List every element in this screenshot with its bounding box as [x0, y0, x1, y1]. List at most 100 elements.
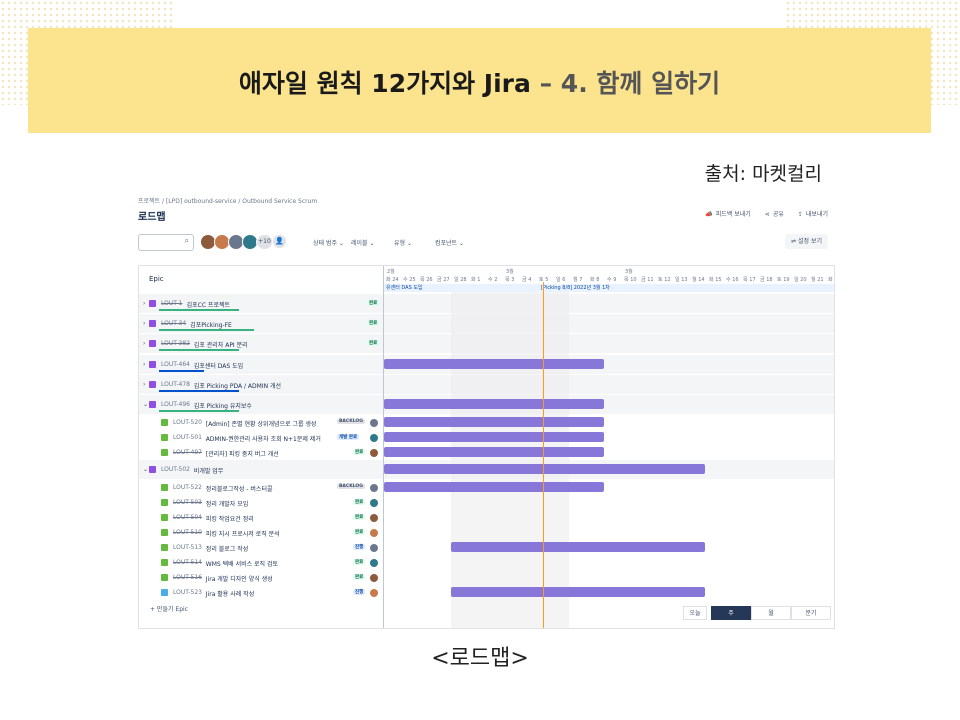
issue-key[interactable]: LOUT-503: [173, 499, 202, 506]
issue-summary[interactable]: 피킹 작업요건 정리: [206, 514, 254, 523]
issue-key[interactable]: LOUT-523: [173, 589, 202, 596]
issue-row[interactable]: LOUT-514 WMS 택배 서비스 로직 검토 완료: [139, 556, 383, 571]
epic-row[interactable]: ⌄ LOUT-502 비개발 업무: [139, 463, 383, 478]
issue-key[interactable]: LOUT-514: [173, 559, 202, 566]
issue-key[interactable]: LOUT-34: [161, 320, 186, 327]
issue-summary[interactable]: 정리 블로그 작성: [206, 544, 248, 553]
share-button[interactable]: ⋖ 공유: [765, 209, 784, 218]
epic-row[interactable]: › LOUT-464 김포센터 DAS 도입: [139, 358, 383, 373]
roadmap-bar[interactable]: [384, 464, 705, 474]
epic-row[interactable]: › LOUT-478 김포 Picking PDA / ADMIN 개선: [139, 378, 383, 393]
issue-key[interactable]: LOUT-520: [173, 419, 202, 426]
chevron-down-icon[interactable]: ⌄: [143, 401, 148, 408]
issue-row[interactable]: LOUT-503 정리 개발자 모임 완료: [139, 496, 383, 511]
feedback-label: 피드백 보내기: [715, 211, 751, 218]
today-button[interactable]: 오늘: [683, 606, 707, 620]
issue-summary[interactable]: 비개발 업무: [194, 466, 224, 475]
week-button[interactable]: 주: [711, 606, 751, 620]
chevron-down-icon[interactable]: ⌄: [143, 466, 148, 473]
issue-key[interactable]: LOUT-464: [161, 361, 190, 368]
issue-summary[interactable]: 정리 개발자 모임: [206, 499, 248, 508]
status-badge: 진행: [353, 589, 366, 595]
roadmap-bar[interactable]: [384, 359, 604, 369]
issue-summary[interactable]: 김포 관리자 API 분리: [194, 340, 248, 349]
feedback-button[interactable]: 📣 피드백 보내기: [705, 209, 751, 218]
issue-key[interactable]: LOUT-522: [173, 484, 202, 491]
export-button[interactable]: ⇪ 내보내기: [798, 209, 828, 218]
issue-summary[interactable]: Jira 활용 사례 작성: [206, 589, 254, 598]
day-label: 화 24: [386, 277, 399, 283]
chevron-right-icon[interactable]: ›: [143, 361, 145, 368]
create-epic-button[interactable]: + 만들기 Epic: [150, 604, 188, 613]
issue-summary[interactable]: [관리자] 피킹 중지 버그 개선: [206, 449, 279, 458]
issue-summary[interactable]: 피킹 지시 프로시저 로직 분석: [206, 529, 280, 538]
search-input[interactable]: ⌕: [138, 234, 194, 251]
issue-summary[interactable]: 김포 Picking PDA / ADMIN 개선: [194, 381, 281, 390]
issue-key[interactable]: LOUT-497: [173, 449, 202, 456]
day-label: 금 27: [437, 277, 450, 283]
issue-row[interactable]: LOUT-516 Jira 개발 디자인 양식 생성 완료: [139, 571, 383, 586]
chevron-right-icon[interactable]: ›: [143, 300, 145, 307]
issue-row[interactable]: LOUT-523 Jira 활용 사례 작성 진행: [139, 586, 383, 601]
issue-summary[interactable]: [Admin] 존별 현황 상위개념으로 그룹 생성: [206, 419, 317, 428]
chevron-right-icon[interactable]: ›: [143, 381, 145, 388]
issue-key[interactable]: LOUT-501: [173, 434, 202, 441]
add-people-icon[interactable]: 👤: [273, 235, 286, 248]
issue-key[interactable]: LOUT-496: [161, 401, 190, 408]
issue-row[interactable]: LOUT-513 정리 블로그 작성 진행: [139, 541, 383, 556]
epic-icon: [149, 320, 156, 327]
status-badge: 완료: [367, 320, 380, 326]
roadmap-bar[interactable]: [384, 432, 604, 442]
chevron-right-icon[interactable]: ›: [143, 340, 145, 347]
status-filter[interactable]: 상태 범주 ⌄: [313, 238, 344, 247]
issue-key[interactable]: LOUT-513: [173, 544, 202, 551]
issue-key[interactable]: LOUT-1: [161, 300, 182, 307]
type-filter[interactable]: 유형 ⌄: [394, 238, 412, 247]
avatar-filter[interactable]: +10: [200, 234, 273, 250]
epic-row[interactable]: ⌄ LOUT-496 김포 Picking 유지보수: [139, 398, 383, 413]
view-settings-button[interactable]: ⇌ 설정 보기: [785, 234, 828, 249]
issue-row[interactable]: LOUT-504 피킹 작업요건 정리 완료: [139, 511, 383, 526]
roadmap-bar[interactable]: [451, 542, 705, 552]
title-dash: –: [530, 69, 561, 98]
quarter-button[interactable]: 분기: [791, 606, 831, 620]
label-filter[interactable]: 레이블 ⌄: [351, 238, 375, 247]
issue-summary[interactable]: 김포센터 DAS 도입: [194, 361, 243, 370]
month-button[interactable]: 월: [751, 606, 791, 620]
chevron-right-icon[interactable]: ›: [143, 320, 145, 327]
issue-row[interactable]: LOUT-510 피킹 지시 프로시저 로직 분석 완료: [139, 526, 383, 541]
issue-key[interactable]: LOUT-382: [161, 340, 190, 347]
component-filter[interactable]: 컴포넌트 ⌄: [435, 238, 464, 247]
assignee-avatar: [370, 514, 378, 522]
roadmap-bar[interactable]: [384, 417, 604, 427]
epic-icon: [149, 361, 156, 368]
issue-summary[interactable]: ADMIN-권한관리 사용자 조회 N+1문제 제거: [206, 434, 321, 443]
issue-summary[interactable]: Jira 개발 디자인 양식 생성: [206, 574, 273, 583]
issue-key[interactable]: LOUT-502: [161, 466, 190, 473]
issue-row[interactable]: LOUT-522 정리블로그작성 - 버스터콜 BACKLOG: [139, 481, 383, 496]
roadmap-bar[interactable]: [384, 399, 604, 409]
roadmap-bar[interactable]: [451, 587, 705, 597]
epic-row[interactable]: › LOUT-34 김포Picking-FE 완료: [139, 317, 383, 332]
epic-row[interactable]: › LOUT-382 김포 관리자 API 분리 완료: [139, 337, 383, 352]
breadcrumb[interactable]: 프로젝트 / [LPD] outbound-service / Outbound…: [138, 196, 317, 205]
issue-row[interactable]: LOUT-501 ADMIN-권한관리 사용자 조회 N+1문제 제거 개발 완료: [139, 431, 383, 446]
issue-summary[interactable]: WMS 택배 서비스 로직 검토: [206, 559, 278, 568]
day-label: 월 14: [692, 277, 705, 283]
issue-summary[interactable]: 김포Picking-FE: [190, 320, 232, 329]
issue-key[interactable]: LOUT-510: [173, 529, 202, 536]
issue-row[interactable]: LOUT-497 [관리자] 피킹 중지 버그 개선 완료: [139, 446, 383, 461]
epic-row[interactable]: › LOUT-1 김포CC 프로젝트 완료: [139, 297, 383, 312]
issue-summary[interactable]: 정리블로그작성 - 버스터콜: [206, 484, 273, 493]
issue-summary[interactable]: 김포CC 프로젝트: [187, 300, 230, 309]
status-badge: 개발 완료: [337, 434, 360, 440]
roadmap-bar[interactable]: [384, 447, 604, 457]
roadmap-bar[interactable]: [384, 482, 604, 492]
issue-key[interactable]: LOUT-504: [173, 514, 202, 521]
avatar-more[interactable]: +10: [256, 234, 273, 250]
issue-key[interactable]: LOUT-516: [173, 574, 202, 581]
status-badge: 완료: [367, 340, 380, 346]
issue-summary[interactable]: 김포 Picking 유지보수: [194, 401, 252, 410]
issue-key[interactable]: LOUT-478: [161, 381, 190, 388]
issue-row[interactable]: LOUT-520 [Admin] 존별 현황 상위개념으로 그룹 생성 BACKLO…: [139, 416, 383, 431]
